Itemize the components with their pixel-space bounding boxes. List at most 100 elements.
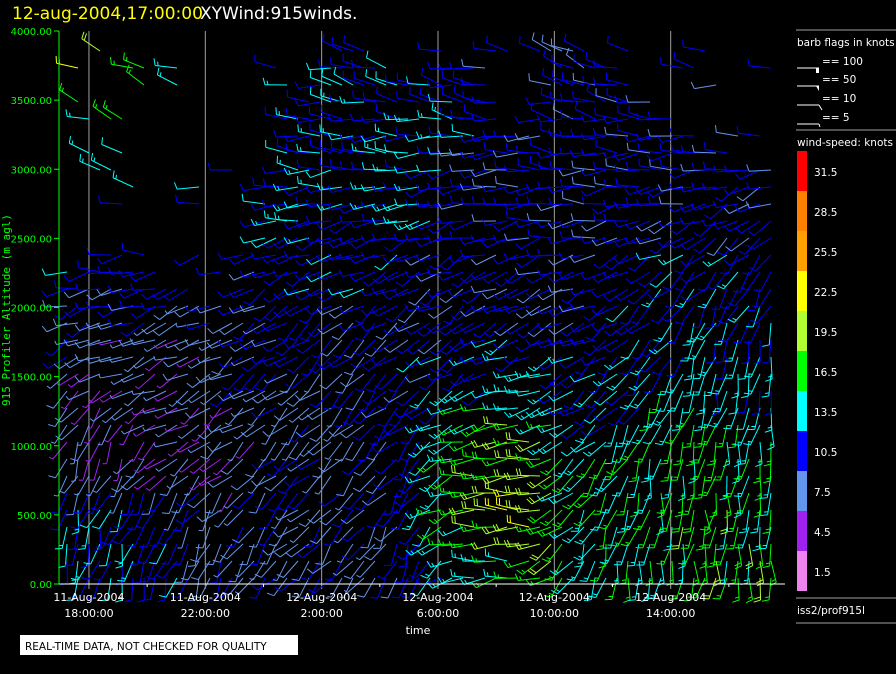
barb-full — [92, 526, 100, 530]
barb-staff — [305, 305, 321, 324]
barb-staff — [190, 441, 211, 454]
barb-half — [497, 440, 500, 445]
wind-barb — [471, 214, 497, 222]
barb-staff — [606, 152, 629, 159]
wind-barb — [48, 407, 68, 428]
barb-staff — [227, 373, 244, 391]
barb-full — [560, 93, 563, 101]
barb-full — [397, 319, 405, 324]
wind-barb — [621, 424, 640, 445]
barb-full — [395, 502, 403, 508]
wind-barb — [438, 390, 464, 404]
wind-barb — [617, 123, 640, 137]
barb-staff — [287, 96, 310, 103]
barb-staff — [117, 475, 134, 493]
barb-full — [451, 507, 456, 515]
wind-barb — [695, 526, 706, 551]
barb-staff — [649, 424, 662, 445]
barb-full — [493, 537, 497, 545]
barb-full — [50, 528, 58, 531]
barb-full — [528, 73, 530, 81]
barb-staff — [397, 97, 420, 103]
barb-full — [398, 541, 406, 545]
barb-staff — [330, 407, 343, 428]
barb-full — [440, 107, 442, 116]
barb-staff — [710, 373, 717, 396]
wind-barb — [396, 390, 420, 407]
barb-half — [442, 487, 445, 493]
barb-staff — [612, 305, 629, 323]
barb-staff — [167, 339, 189, 349]
barb-staff — [60, 407, 79, 423]
barb-full — [427, 313, 435, 319]
barb-staff — [298, 118, 321, 123]
wind-barb — [84, 424, 101, 445]
barb-staff — [490, 339, 508, 356]
wind-barb — [537, 441, 563, 455]
wind-barb — [175, 390, 200, 406]
barb-full — [175, 195, 178, 203]
wind-barb — [527, 322, 552, 338]
barb-staff — [612, 373, 629, 391]
barb-full — [383, 396, 390, 403]
barb-full — [518, 35, 521, 44]
barb-full — [417, 41, 420, 50]
barb-staff — [507, 521, 530, 528]
wind-barb — [604, 322, 629, 337]
wind-barb — [126, 64, 145, 86]
barb-staff — [342, 271, 365, 277]
barb-staff — [348, 458, 365, 476]
wind-barb — [365, 475, 387, 494]
barb-half — [54, 340, 57, 345]
barb-full — [160, 562, 169, 565]
barb-half — [626, 525, 631, 528]
wind-barb — [264, 475, 288, 492]
barb-full — [441, 87, 444, 95]
barb-staff — [386, 166, 409, 171]
barb-staff — [432, 322, 453, 334]
barb-staff — [365, 407, 387, 419]
wind-barb — [559, 356, 585, 369]
wind-barb — [45, 339, 68, 357]
wind-barb — [275, 509, 299, 521]
barb-staff — [290, 509, 310, 523]
barb-staff — [342, 475, 354, 497]
barb-full — [277, 507, 286, 512]
barb-full — [328, 228, 336, 234]
barb-full — [317, 59, 321, 67]
barb-full — [648, 228, 655, 235]
barb-staff — [293, 526, 310, 543]
wind-barb — [492, 422, 519, 431]
barb-half — [532, 366, 537, 370]
barb-full — [494, 281, 502, 287]
barb-full — [691, 162, 695, 170]
barb-staff — [255, 492, 266, 514]
barb-full — [537, 294, 544, 301]
wind-barb — [354, 373, 376, 392]
barb-staff — [550, 203, 574, 206]
barb-staff — [606, 94, 629, 103]
wind-barb — [284, 305, 310, 317]
barb-full — [474, 485, 478, 494]
barb-full — [243, 387, 252, 392]
barb-half — [715, 390, 720, 392]
wind-barb — [171, 492, 189, 514]
barb-half — [704, 526, 709, 528]
barb-staff — [507, 203, 530, 211]
barb-full — [306, 62, 310, 70]
barb-staff — [100, 202, 123, 205]
barb-half — [324, 457, 329, 460]
barb-staff — [59, 89, 79, 103]
barb-staff — [649, 117, 673, 120]
barb-full — [449, 231, 453, 239]
wind-barb — [323, 526, 343, 547]
wind-barb — [506, 514, 530, 528]
barb-full — [95, 546, 104, 549]
barb-full — [503, 561, 509, 568]
barb-full — [582, 451, 590, 457]
wind-barb — [648, 220, 673, 235]
barb-full — [305, 308, 311, 315]
wind-barb — [364, 339, 387, 357]
barb-staff — [254, 271, 277, 279]
barb-full — [173, 182, 178, 190]
